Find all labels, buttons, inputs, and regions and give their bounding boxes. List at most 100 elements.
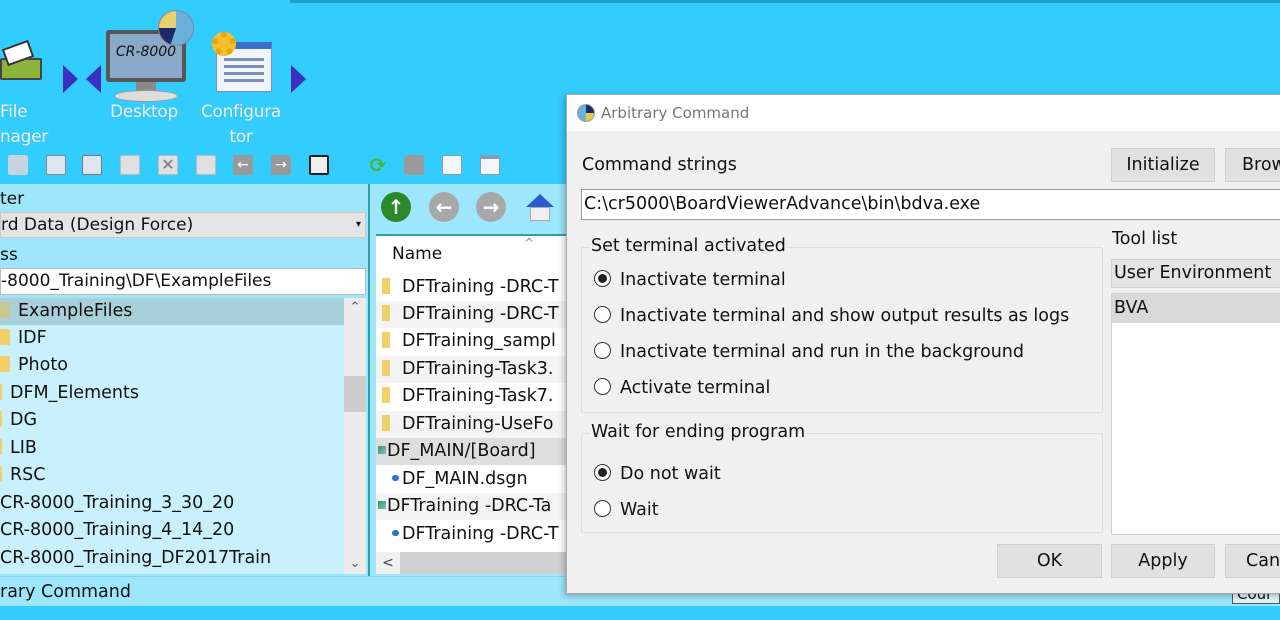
- file-manager-icon: [0, 39, 42, 82]
- ok-button[interactable]: OK: [997, 544, 1102, 578]
- desktop-label: Desktop: [110, 102, 179, 122]
- back-nav-icon[interactable]: ←: [429, 192, 459, 222]
- scrollbar-thumb[interactable]: [344, 376, 366, 412]
- board-icon: [378, 501, 386, 509]
- file-row[interactable]: DFTraining -DRC-T: [376, 274, 574, 301]
- tool-list-box: BVA: [1111, 293, 1280, 535]
- command-strings-label: Command strings: [582, 155, 737, 175]
- apply-button[interactable]: Apply: [1111, 544, 1215, 578]
- new-icon[interactable]: [120, 155, 140, 175]
- paste-icon[interactable]: [82, 155, 102, 175]
- delete-icon[interactable]: ✕: [158, 155, 178, 175]
- board-icon: [378, 446, 386, 454]
- tool-list-item[interactable]: BVA: [1112, 294, 1280, 323]
- arbitrary-command-dialog: Arbitrary Command Command strings Initia…: [566, 94, 1280, 594]
- left-panel: ter rd Data (Design Force) ▾ ss -8000_Tr…: [0, 184, 368, 576]
- up-folder-icon[interactable]: ↑: [381, 192, 411, 222]
- radio-do-not-wait[interactable]: Do not wait: [594, 462, 721, 486]
- radio-button-icon: [594, 500, 611, 517]
- name-column-header[interactable]: Name: [392, 244, 442, 264]
- cancel-button[interactable]: Can: [1225, 544, 1280, 578]
- initialize-button[interactable]: Initialize: [1111, 148, 1215, 182]
- folder-icon: [382, 387, 390, 403]
- forward-nav-icon[interactable]: →: [476, 192, 506, 222]
- file-row[interactable]: DFTraining -DRC-T: [376, 521, 574, 548]
- radio-button-icon: [594, 342, 611, 359]
- properties-icon[interactable]: [309, 155, 329, 175]
- folder-icon: [382, 360, 390, 376]
- file-row[interactable]: DFTraining-Task3.: [376, 356, 574, 383]
- tree-item[interactable]: DFM_Elements: [0, 380, 139, 407]
- window-icon[interactable]: [480, 155, 500, 175]
- file-list-hscrollbar[interactable]: <: [376, 552, 574, 574]
- radio-inactivate-terminal[interactable]: Inactivate terminal: [594, 268, 786, 292]
- app-icon: [577, 104, 595, 122]
- dialog-titlebar[interactable]: Arbitrary Command: [567, 95, 1280, 131]
- file-row[interactable]: DF_MAIN.dsgn: [376, 466, 574, 493]
- folder-icon: [0, 329, 10, 345]
- address-input[interactable]: -8000_Training\DF\ExampleFiles: [0, 268, 366, 295]
- tree-item[interactable]: CR-8000_Training_4_14_20: [0, 517, 234, 544]
- desktop-launcher[interactable]: CR-8000 Desktop: [104, 10, 196, 130]
- scroll-up-icon[interactable]: ⌃: [344, 298, 366, 318]
- radio-activate-terminal[interactable]: Activate terminal: [594, 376, 770, 400]
- folder-icon: [0, 411, 2, 427]
- tree-scrollbar[interactable]: ⌃ ⌄: [344, 298, 366, 574]
- file-row[interactable]: DFTraining_sampl: [376, 328, 574, 355]
- browse-button[interactable]: Brow: [1225, 148, 1280, 182]
- radio-wait[interactable]: Wait: [594, 498, 659, 522]
- tree-item[interactable]: DG: [0, 407, 37, 434]
- bottom-strip: [0, 606, 1280, 620]
- radio-button-icon: [594, 270, 611, 287]
- configurator-icon: [212, 32, 272, 94]
- configurator-launcher[interactable]: Configura tor: [196, 10, 290, 147]
- folder-tree: ExampleFiles IDF Photo DFM_Elements DG L…: [0, 298, 344, 574]
- dialog-title: Arbitrary Command: [601, 104, 750, 122]
- tree-item[interactable]: CR-8000_Training_3_30_20: [0, 490, 234, 517]
- filter-dropdown[interactable]: rd Data (Design Force) ▾: [0, 212, 366, 238]
- radio-button-icon: [594, 464, 611, 481]
- file-row[interactable]: DF_MAIN/[Board]: [376, 438, 574, 465]
- home-icon[interactable]: [524, 194, 554, 222]
- terminal-group-title: Set terminal activated: [590, 236, 787, 256]
- tree-item[interactable]: Photo: [0, 352, 68, 379]
- file-row[interactable]: DFTraining -DRC-Ta: [376, 493, 574, 520]
- sort-ascending-icon: ^: [524, 236, 535, 250]
- clock-icon[interactable]: [404, 155, 424, 175]
- folder-icon: [382, 278, 390, 294]
- design-file-icon: [392, 475, 399, 481]
- wait-group: Wait for ending program Do not wait Wait: [581, 422, 1103, 533]
- tool-list-label: Tool list: [1112, 229, 1178, 249]
- folder-icon: [0, 466, 2, 482]
- configurator-label: Configura tor: [200, 102, 282, 147]
- scroll-left-icon[interactable]: <: [376, 552, 400, 574]
- tree-item[interactable]: IDF: [0, 325, 47, 352]
- tree-item[interactable]: CR-8000_Training_DF2017Train: [0, 545, 271, 572]
- refresh-icon[interactable]: ⟳: [368, 155, 388, 175]
- wait-group-title: Wait for ending program: [590, 422, 807, 442]
- scroll-down-icon[interactable]: ⌄: [344, 554, 366, 574]
- cut-icon[interactable]: [8, 155, 28, 175]
- tree-item[interactable]: ExampleFiles: [0, 298, 344, 325]
- radio-inactivate-show-logs[interactable]: Inactivate terminal and show output resu…: [594, 304, 1069, 328]
- folder-icon: [382, 415, 390, 431]
- radio-inactivate-background[interactable]: Inactivate terminal and run in the backg…: [594, 340, 1024, 364]
- forward-icon[interactable]: →: [271, 155, 291, 175]
- arrow-left-icon: [86, 65, 101, 93]
- file-row[interactable]: DFTraining-UseFo: [376, 411, 574, 438]
- command-strings-input[interactable]: C:\cr5000\BoardViewerAdvance\bin\bdva.ex…: [581, 189, 1280, 220]
- terminal-group: Set terminal activated Inactivate termin…: [581, 236, 1103, 413]
- file-manager-launcher[interactable]: File nager: [0, 20, 60, 150]
- file-row[interactable]: DFTraining-Task7.: [376, 383, 574, 410]
- tree-item[interactable]: RSC: [0, 462, 46, 489]
- file-row[interactable]: DFTraining -DRC-T: [376, 301, 574, 328]
- rename-icon[interactable]: [196, 155, 216, 175]
- copy-icon[interactable]: [46, 155, 66, 175]
- folder-icon: [382, 305, 390, 321]
- tool-list-dropdown[interactable]: User Environment: [1111, 259, 1280, 288]
- file-list: ^ Name DFTraining -DRC-T DFTraining -DRC…: [376, 234, 574, 552]
- search-window-icon[interactable]: [442, 155, 462, 175]
- folder-icon: [0, 384, 2, 400]
- tree-item[interactable]: LIB: [0, 435, 37, 462]
- back-icon[interactable]: ←: [233, 155, 253, 175]
